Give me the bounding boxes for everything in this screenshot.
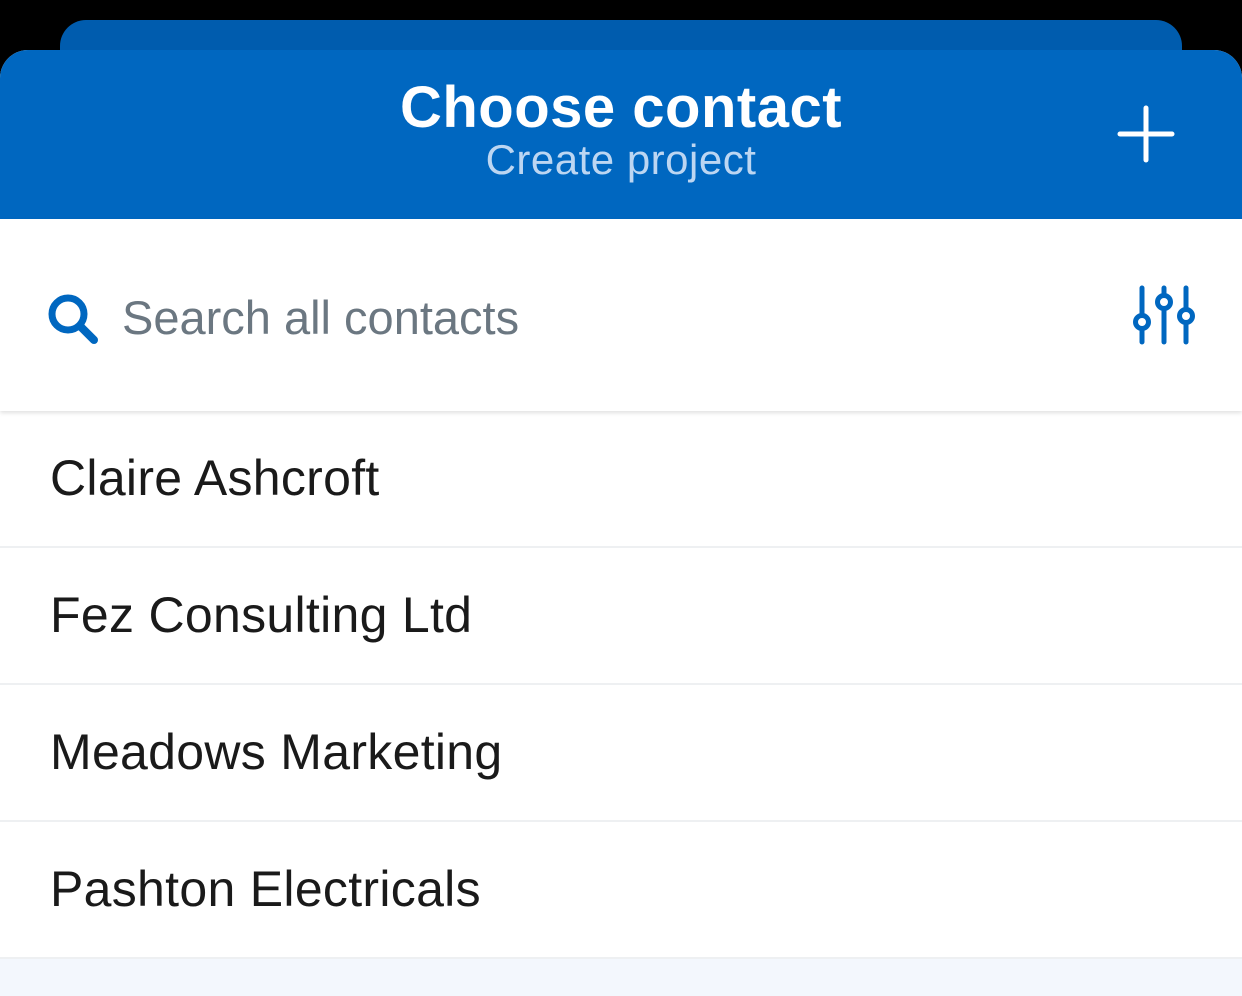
plus-icon <box>1117 105 1175 163</box>
list-item[interactable]: Claire Ashcroft <box>0 411 1242 548</box>
contact-name: Pashton Electricals <box>50 861 481 917</box>
add-contact-button[interactable] <box>1108 96 1184 172</box>
search-icon <box>48 294 98 344</box>
sliders-icon <box>1133 285 1195 345</box>
list-item[interactable]: Pashton Electricals <box>0 822 1242 959</box>
contact-list: Claire Ashcroft Fez Consulting Ltd Meado… <box>0 411 1242 959</box>
screen: Choose contact Create project Search all… <box>0 0 1242 996</box>
list-item[interactable]: Fez Consulting Ltd <box>0 548 1242 685</box>
contact-name: Claire Ashcroft <box>50 450 380 506</box>
page-subtitle: Create project <box>485 136 757 183</box>
list-item[interactable]: Meadows Marketing <box>0 685 1242 822</box>
contact-name: Fez Consulting Ltd <box>50 587 473 643</box>
search-bar <box>0 219 1242 411</box>
header-bar: Choose contact Create project <box>0 50 1242 219</box>
page-title: Choose contact <box>399 75 843 140</box>
contact-name: Meadows Marketing <box>50 724 503 780</box>
search-input[interactable] <box>122 281 1082 353</box>
filter-button[interactable] <box>1130 284 1198 346</box>
